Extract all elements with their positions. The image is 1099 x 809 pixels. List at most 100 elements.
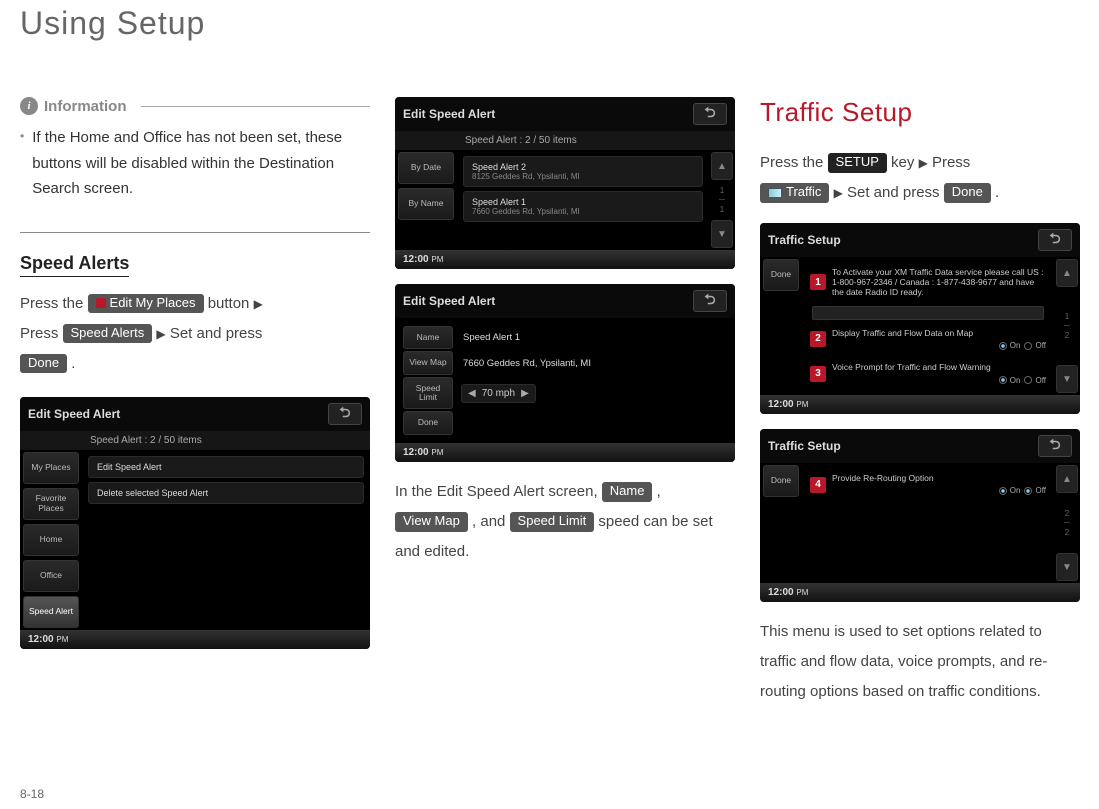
done-button: Done [20, 354, 67, 374]
pin-icon [96, 298, 106, 308]
text-fragment: , and [472, 513, 510, 530]
info-icon: i [20, 97, 38, 115]
screenshot-title: Edit Speed Alert [28, 407, 120, 421]
option-text: Provide Re-Routing Option On Off [832, 473, 1046, 496]
name-button: Name [602, 482, 653, 502]
text-fragment: In the Edit Speed Alert screen, [395, 483, 602, 500]
divider [20, 232, 370, 233]
instructions-traffic: Press the SETUP key ▶ Press Traffic ▶ Se… [760, 148, 1080, 208]
radio-on: On [999, 376, 1021, 386]
done-button: Done [403, 411, 453, 434]
list-item: Speed Alert 2 8125 Geddes Rd, Ypsilanti,… [463, 156, 703, 187]
callout-number: 1 [810, 274, 826, 290]
column-middle: Edit Speed Alert ⮌ Speed Alert : 2 / 50 … [395, 97, 735, 707]
scroll-up-icon: ▲ [1056, 465, 1078, 493]
option-text: Display Traffic and Flow Data on Map On … [832, 328, 1046, 351]
screenshot-traffic-setup-1: Traffic Setup ⮌ Done 1 To Activate your … [760, 223, 1080, 414]
done-button: Done [763, 465, 799, 497]
name-button: Name [403, 326, 453, 349]
increase-icon: ▶ [521, 388, 529, 399]
side-tab: By Name [398, 188, 454, 220]
option-text: Voice Prompt for Traffic and Flow Warnin… [832, 362, 1046, 385]
side-tab: By Date [398, 152, 454, 184]
clock-ampm: PM [796, 588, 808, 597]
column-left: i Information • If the Home and Office h… [20, 97, 370, 707]
clock-time: 12:00 [768, 587, 794, 598]
page-indicator: 1─1 [711, 184, 733, 216]
scroll-up-icon: ▲ [1056, 259, 1078, 287]
back-icon: ⮌ [328, 403, 362, 425]
button-label: Traffic [786, 184, 821, 201]
side-tab-selected: Speed Alert [23, 596, 79, 628]
clock-ampm: PM [431, 448, 443, 457]
radio-on: On [999, 341, 1021, 351]
screenshot-edit-speed-alert-list: Edit Speed Alert ⮌ Speed Alert : 2 / 50 … [20, 397, 370, 649]
item-subtitle: 8125 Geddes Rd, Ypsilanti, MI [472, 172, 694, 181]
column-right: Traffic Setup Press the SETUP key ▶ Pres… [760, 97, 1080, 707]
button-label: Edit My Places [110, 295, 196, 312]
play-icon: ▶ [254, 292, 263, 316]
text-fragment: Set and press [847, 184, 944, 201]
traffic-icon [768, 188, 782, 198]
instructions-speed-alerts: Press the Edit My Places button ▶ Press … [20, 289, 370, 379]
scroll-up-icon: ▲ [711, 152, 733, 180]
paragraph-mid: In the Edit Speed Alert screen, Name , V… [395, 477, 735, 567]
page-indicator: 2─2 [1056, 497, 1078, 549]
speed-limit-button: Speed Limit [510, 512, 595, 532]
text-fragment: button [208, 295, 254, 312]
screenshot-title: Traffic Setup [768, 439, 841, 453]
item-title: Speed Alert 2 [472, 162, 694, 172]
back-icon: ⮌ [693, 103, 727, 125]
subheading-speed-alerts: Speed Alerts [20, 253, 129, 277]
edit-my-places-button: Edit My Places [88, 294, 204, 314]
screenshot-edit-speed-alert-detail: Edit Speed Alert ⮌ Name Speed Alert 1 Vi… [395, 284, 735, 462]
traffic-button: Traffic [760, 183, 829, 203]
radio-off: Off [1024, 486, 1046, 496]
scroll-down-icon: ▼ [711, 220, 733, 248]
clock-time: 12:00 [403, 254, 429, 265]
clock-time: 12:00 [28, 634, 54, 645]
callout-number: 2 [810, 331, 826, 347]
text-fragment: Press [932, 154, 970, 171]
screenshot-title: Traffic Setup [768, 233, 841, 247]
paragraph-traffic: This menu is used to set options related… [760, 617, 1080, 707]
radio-on: On [999, 486, 1021, 496]
list-item: Delete selected Speed Alert [88, 482, 364, 504]
list-item: Speed Alert 1 7660 Geddes Rd, Ypsilanti,… [463, 191, 703, 222]
clock-ampm: PM [431, 255, 443, 264]
text-fragment: key [891, 154, 919, 171]
scroll-down-icon: ▼ [1056, 553, 1078, 581]
radio-off: Off [1024, 376, 1046, 386]
text-fragment: Press the [760, 154, 828, 171]
speed-limit-value: 70 mph [482, 388, 515, 399]
text-fragment: Press the [20, 295, 88, 312]
back-icon: ⮌ [1038, 435, 1072, 457]
info-rule [141, 106, 371, 107]
bullet-icon: • [20, 125, 24, 202]
text-fragment: Set and press [170, 325, 263, 342]
list-item: Edit Speed Alert [88, 456, 364, 478]
back-icon: ⮌ [693, 290, 727, 312]
screenshot-subtitle: Speed Alert : 2 / 50 items [20, 431, 370, 450]
page-number: 8-18 [20, 787, 44, 801]
text-fragment: . [71, 355, 75, 372]
item-title: Speed Alert 1 [472, 197, 694, 207]
view-map-button: View Map [395, 512, 468, 532]
side-tab: My Places [23, 452, 79, 484]
side-tab: Favorite Places [23, 488, 79, 520]
scroll-down-icon: ▼ [1056, 365, 1078, 393]
section-title-traffic: Traffic Setup [760, 97, 1080, 128]
info-label: Information [44, 98, 127, 115]
back-icon: ⮌ [1038, 229, 1072, 251]
option-text: To Activate your XM Traffic Data service… [832, 267, 1046, 298]
speed-alerts-button: Speed Alerts [63, 324, 153, 344]
decrease-icon: ◀ [468, 388, 476, 399]
view-map-button: View Map [403, 351, 453, 374]
text-fragment: . [995, 184, 999, 201]
page-title: Using Setup [20, 0, 1079, 57]
speed-limit-button: Speed Limit [403, 377, 453, 410]
clock-time: 12:00 [768, 399, 794, 410]
done-button: Done [944, 183, 991, 203]
clock-ampm: PM [796, 400, 808, 409]
clock-ampm: PM [56, 635, 68, 644]
